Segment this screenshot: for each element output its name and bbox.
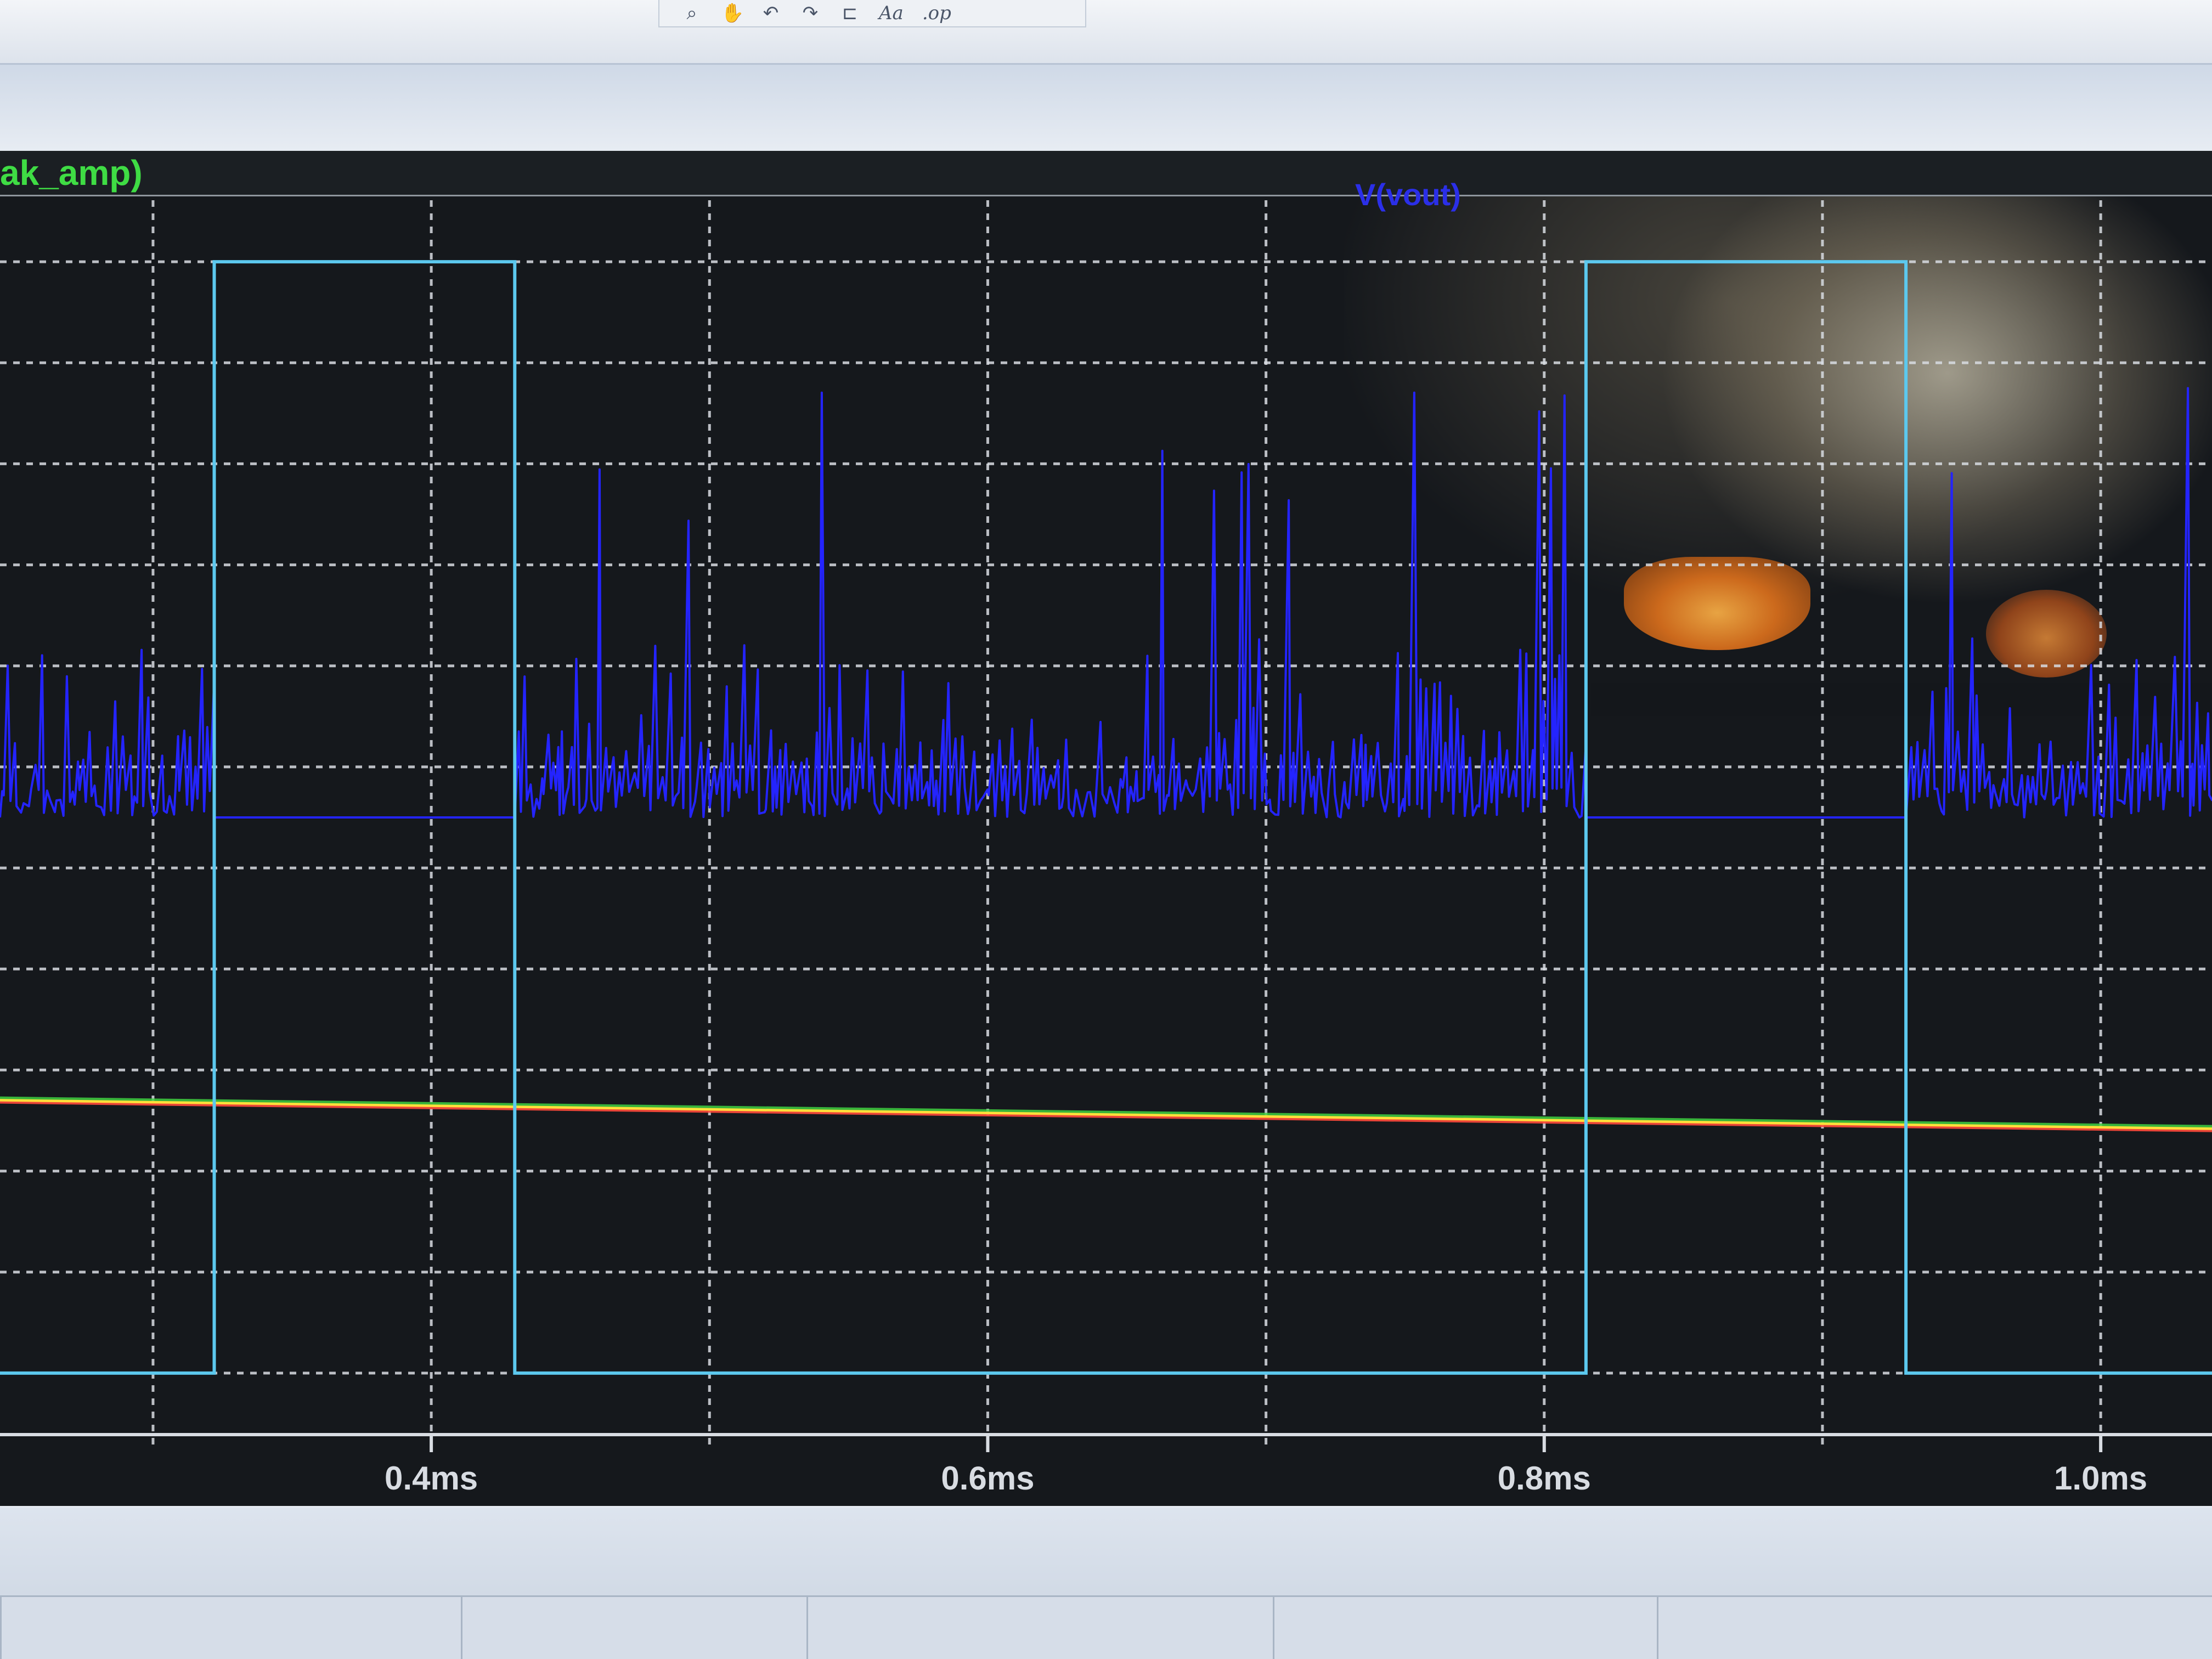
x-tick-label: 1.0ms <box>2054 1460 2147 1497</box>
status-cell-1 <box>0 1595 461 1659</box>
status-cell-5 <box>1657 1595 2212 1659</box>
grid-lines <box>0 200 2212 1446</box>
x-tick-label: 0.8ms <box>1498 1460 1591 1497</box>
undo-icon[interactable]: ↶ <box>760 4 781 22</box>
flat-trace-yellow <box>0 1099 2212 1131</box>
spice-directive-icon[interactable]: .op <box>922 2 951 24</box>
toolbar-strip: ⌕ ✋ ↶ ↷ ⊏ Aa .op <box>658 0 1086 27</box>
status-bar <box>0 1508 2212 1659</box>
toolbar: ⌕ ✋ ↶ ↷ ⊏ Aa .op <box>0 0 2212 65</box>
draw-line-icon[interactable]: ⊏ <box>839 4 860 22</box>
pan-icon[interactable]: ✋ <box>721 4 744 22</box>
flat-trace-red <box>0 1101 2212 1132</box>
status-cell-4 <box>1273 1595 1657 1659</box>
vout-trace <box>0 387 2212 819</box>
zoom-icon[interactable]: ⌕ <box>681 4 702 22</box>
waveform-plot[interactable]: 0.4ms 0.6ms 0.8ms 1.0ms <box>0 151 2212 1506</box>
x-axis: 0.4ms 0.6ms 0.8ms 1.0ms <box>0 1433 2212 1497</box>
flat-trace-green <box>0 1096 2212 1128</box>
vout-trace-group <box>0 387 2212 819</box>
waveform-plot-window[interactable]: ak_amp) V(vout) 0.4ms 0.6ms 0.8ms 1.0ms <box>0 151 2212 1506</box>
flat-traces <box>0 1096 2212 1132</box>
x-tick-label: 0.6ms <box>941 1460 1034 1497</box>
text-font-icon[interactable]: Aa <box>879 2 904 24</box>
x-tick-label: 0.4ms <box>385 1460 478 1497</box>
status-cell-3 <box>806 1595 1273 1659</box>
redo-icon[interactable]: ↷ <box>800 4 821 22</box>
window-header-band <box>0 65 2212 150</box>
status-cell-2 <box>461 1595 806 1659</box>
